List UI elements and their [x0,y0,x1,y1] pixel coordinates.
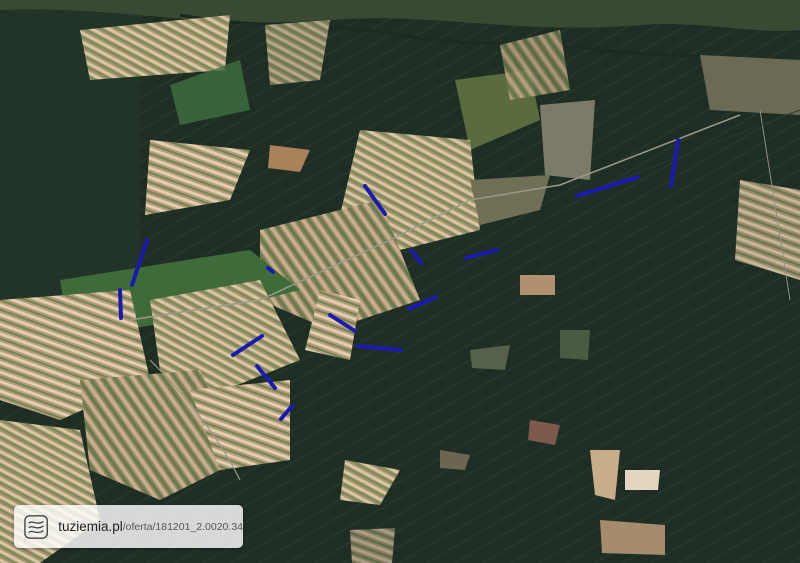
tuziemia-logo-icon [24,514,48,539]
satellite-map[interactable]: tuziemia.pl /oferta/181201_2.0020.34 [0,0,800,563]
watermark-badge[interactable]: tuziemia.pl /oferta/181201_2.0020.34 [14,505,243,548]
satellite-imagery [0,0,800,563]
watermark-path: /oferta/181201_2.0020.34 [122,520,243,533]
watermark-brand: tuziemia.pl [58,519,123,534]
